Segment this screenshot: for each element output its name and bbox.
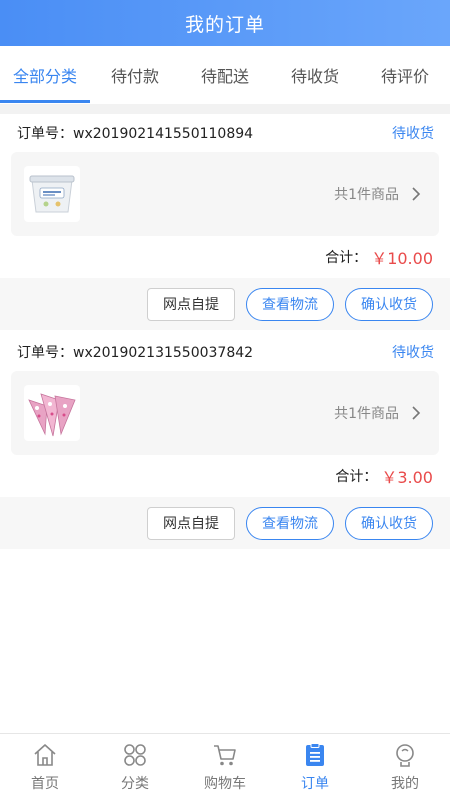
nav-label: 购物车: [204, 776, 246, 792]
bottom-nav: 首页 分类 购物车 订单 我的: [0, 733, 450, 800]
home-icon: [34, 744, 56, 766]
order-header: 订单号：wx201902141550110894 待收货: [0, 114, 450, 152]
product-thumbnail: [24, 385, 80, 441]
divider: [0, 104, 450, 114]
order-card: 订单号：wx201902141550110894 待收货 共1件商品 合计： ￥…: [0, 114, 450, 330]
tab-pending-delivery[interactable]: 待配送: [180, 46, 270, 104]
product-thumbnail: [24, 166, 80, 222]
page-title: 我的订单: [184, 13, 265, 36]
order-tabs: 全部分类 待付款 待配送 待收货 待评价: [0, 46, 450, 104]
goods-summary[interactable]: 共1件商品: [11, 371, 439, 455]
view-logistics-button[interactable]: 查看物流: [246, 506, 334, 540]
total-amount: ￥10.00: [371, 249, 433, 268]
nav-home[interactable]: 首页: [0, 734, 90, 800]
chevron-right-icon: [411, 371, 421, 455]
view-logistics-button[interactable]: 查看物流: [246, 287, 334, 321]
confirm-receipt-button[interactable]: 确认收货: [345, 506, 433, 540]
profile-icon: [396, 744, 414, 767]
tab-pending-receipt[interactable]: 待收货: [270, 46, 360, 104]
order-total: 合计： ￥3.00: [0, 455, 450, 497]
order-status: 待收货: [392, 345, 434, 361]
total-label: 合计：: [325, 250, 368, 266]
tab-label: 待收货: [290, 67, 339, 86]
tab-pending-review[interactable]: 待评价: [360, 46, 450, 104]
confirm-receipt-button[interactable]: 确认收货: [345, 287, 433, 321]
pickup-button[interactable]: 网点自提: [147, 506, 235, 540]
chevron-right-icon: [411, 152, 421, 236]
order-actions: 网点自提 查看物流 确认收货: [0, 278, 450, 330]
yogurt-tub-image: [29, 175, 75, 213]
order-card: 订单号：wx201902131550037842 待收货 共1件商品 合计： ￥…: [0, 333, 450, 549]
tab-label: 全部分类: [12, 67, 77, 86]
pickup-button[interactable]: 网点自提: [147, 287, 235, 321]
order-status: 待收货: [392, 126, 434, 142]
order-number: 订单号：wx201902131550037842: [17, 345, 254, 361]
order-icon: [306, 743, 324, 766]
tab-label: 待配送: [200, 67, 249, 86]
order-number: 订单号：wx201902141550110894: [17, 126, 254, 142]
order-total: 合计： ￥10.00: [0, 236, 450, 278]
item-count: 共1件商品: [334, 406, 399, 422]
goods-summary[interactable]: 共1件商品: [11, 152, 439, 236]
tab-all[interactable]: 全部分类: [0, 46, 90, 104]
tab-pending-payment[interactable]: 待付款: [90, 46, 180, 104]
nav-label: 订单: [301, 776, 329, 792]
nav-label: 首页: [31, 776, 59, 792]
nav-label: 我的: [391, 776, 419, 792]
order-header: 订单号：wx201902131550037842 待收货: [0, 333, 450, 371]
app-header: 我的订单: [0, 0, 450, 46]
nav-category[interactable]: 分类: [90, 734, 180, 800]
nav-profile[interactable]: 我的: [360, 734, 450, 800]
nav-cart[interactable]: 购物车: [180, 734, 270, 800]
tab-label: 待评价: [380, 67, 429, 86]
nav-label: 分类: [121, 776, 149, 792]
item-count: 共1件商品: [334, 187, 399, 203]
total-amount: ￥3.00: [381, 468, 433, 487]
category-icon: [124, 744, 146, 766]
tab-label: 待付款: [110, 67, 159, 86]
ice-cream-cones-image: [28, 393, 76, 437]
order-actions: 网点自提 查看物流 确认收货: [0, 497, 450, 549]
total-label: 合计：: [335, 469, 378, 485]
cart-icon: [214, 745, 236, 766]
nav-orders[interactable]: 订单: [270, 734, 360, 800]
